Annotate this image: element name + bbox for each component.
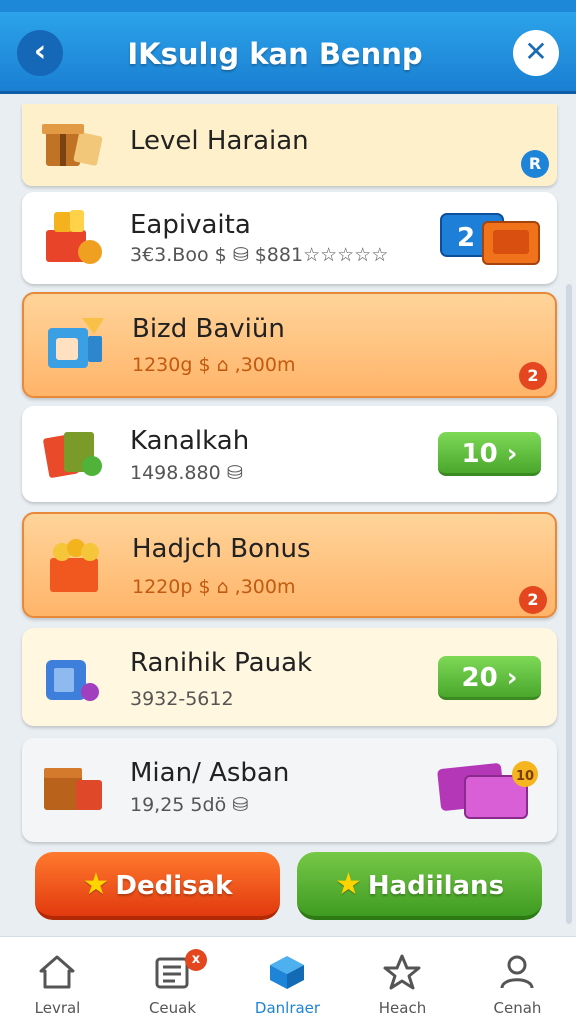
card-title: Ranihik Pauak (130, 648, 313, 678)
list-item[interactable]: Ranihik Pauak 3932-5612 20 › (22, 628, 557, 726)
tab-ceuak[interactable]: x Ceuak (115, 937, 230, 1024)
treasure-chest-icon (44, 768, 102, 810)
coin-basket-icon (50, 539, 99, 592)
list-item[interactable]: Bizd Baviün 1230g $ ⌂ ,300m 2 (22, 292, 557, 398)
page-title: IKsulıg kan Bennp (127, 37, 423, 71)
gift-box-icon (42, 124, 103, 166)
list-item[interactable]: Level Haraian R (22, 104, 557, 186)
list-item[interactable]: Mian/ Asban 19,25 5dö ⛁ 10 (22, 738, 557, 842)
purple-ticket-icon: 10 (437, 761, 538, 819)
star-icon (383, 954, 421, 990)
card-subtitle: 19,25 5dö ⛁ (130, 794, 249, 816)
blue-bag-icon (46, 660, 99, 701)
star-icon: ★ (334, 867, 362, 902)
hadiilans-button[interactable]: ★ Hadiilans (297, 852, 542, 920)
profile-icon (500, 955, 534, 989)
star-icon: ★ (82, 867, 110, 902)
notification-badge: 2 (519, 362, 547, 390)
card-subtitle: 1230g $ ⌂ ,300m (132, 354, 296, 376)
blue-cube-icon (48, 318, 104, 368)
card-title: Mian/ Asban (130, 758, 290, 788)
list-item[interactable]: Kanalkah 1498.880 ⛁ 10 › (22, 406, 557, 502)
tab-label: Heach (378, 999, 427, 1017)
tab-label: Cenah (493, 999, 542, 1017)
dedisak-button[interactable]: ★ Dedisak (35, 852, 280, 920)
card-title: Bizd Baviün (132, 314, 285, 344)
card-title: Kanalkah (130, 426, 250, 456)
card-subtitle: 1498.880 ⛁ (130, 462, 243, 484)
tab-heach[interactable]: Heach (345, 937, 460, 1024)
info-badge: R (521, 150, 549, 178)
card-title: Hadjch Bonus (132, 534, 311, 564)
svg-text:2: 2 (457, 223, 475, 253)
tab-levral[interactable]: Levral (0, 937, 115, 1024)
tab-label: Ceuak (148, 999, 197, 1017)
status-bar (0, 0, 576, 12)
card-title: Eapivaita (130, 210, 251, 240)
list-item[interactable]: Eapivaita 3€3.Boo $ ⛁ $881☆☆☆☆☆ 2 (22, 192, 557, 284)
claim-button[interactable]: 10 › (438, 432, 541, 476)
cube-icon (270, 956, 304, 989)
svg-text:10: 10 (516, 769, 534, 784)
tab-label: Danlraer (254, 999, 321, 1017)
ticket-icon: 2 (440, 213, 540, 265)
card-subtitle: 3932-5612 (130, 688, 234, 710)
card-subtitle: 1220p $ ⌂ ,300m (132, 576, 296, 598)
card-subtitle: 3€3.Boo $ ⛁ $881☆☆☆☆☆ (130, 244, 389, 266)
gift-basket-icon (46, 210, 102, 264)
close-button[interactable]: ✕ (513, 30, 559, 76)
back-button[interactable]: ‹ (17, 30, 63, 76)
top-header: ‹ IKsulıg kan Bennp ✕ (0, 12, 576, 94)
claim-button[interactable]: 20 › (438, 656, 541, 700)
button-label: Dedisak (115, 871, 233, 901)
bottom-tab-bar: Levral x Ceuak Danlraer Heach Cenah (0, 936, 576, 1024)
notification-badge: x (185, 949, 207, 971)
cards-icon (43, 432, 102, 478)
home-icon (39, 955, 75, 989)
button-label: Hadiilans (367, 871, 505, 901)
card-title: Level Haraian (130, 126, 309, 156)
tab-label: Levral (34, 999, 81, 1017)
tab-cenah[interactable]: Cenah (460, 937, 575, 1024)
tab-danlraer[interactable]: Danlraer (230, 937, 345, 1024)
scrollbar[interactable] (566, 284, 572, 924)
list-item[interactable]: Hadjch Bonus 1220p $ ⌂ ,300m 2 (22, 512, 557, 618)
notification-badge: 2 (519, 586, 547, 614)
